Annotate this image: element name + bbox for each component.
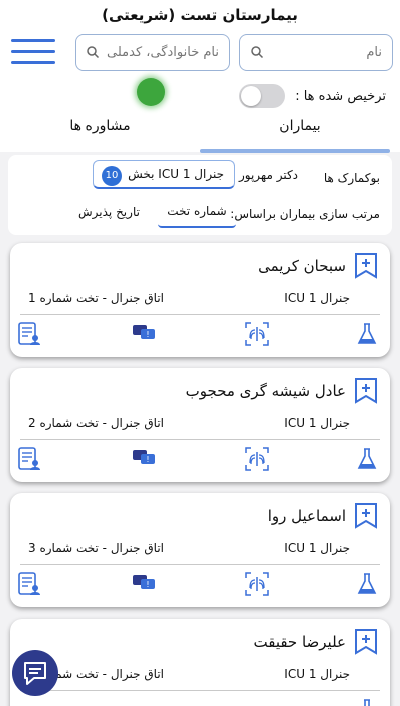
patient-ward: جنرال 1 ICU [284, 667, 350, 681]
consult-chat-icon[interactable]: ! [132, 322, 156, 348]
active-tab-indicator [200, 149, 390, 153]
patient-record-icon[interactable] [18, 322, 40, 350]
search-icon [86, 45, 100, 63]
consult-chat-icon[interactable]: ! [132, 572, 156, 598]
svg-text:!: ! [146, 455, 149, 464]
online-status-indicator [137, 78, 165, 106]
bookmarks-filter[interactable]: بوکمارک ها [324, 171, 380, 185]
svg-text:!: ! [146, 580, 149, 589]
patient-card[interactable]: عادل شیشه گری محجوب جنرال 1 ICU اتاق جنر… [10, 368, 390, 482]
sort-label: مرتب سازی بیماران براساس: [230, 207, 380, 221]
ward-filter-label: جنرال 1 ICU بخش [128, 167, 224, 181]
discharged-toggle[interactable] [239, 84, 286, 108]
chest-xray-icon[interactable] [245, 572, 269, 600]
chat-icon [12, 662, 58, 700]
toggle-knob [241, 86, 262, 106]
discharged-toggle-row: ترخیص شده ها : [239, 84, 386, 108]
patient-room: اتاق جنرال - تخت شماره 1 [28, 291, 164, 305]
sort-option-admission-date[interactable]: تاریخ پذیرش [78, 205, 140, 219]
tab-bar: بیماران مشاوره ها [0, 112, 400, 153]
page-title: بیمارستان تست (شریعتی) [102, 6, 298, 24]
patient-ward: جنرال 1 ICU [284, 291, 350, 305]
svg-text:!: ! [146, 330, 149, 339]
lab-flask-icon[interactable] [356, 572, 378, 600]
patient-card[interactable]: سبحان کریمی جنرال 1 ICU اتاق جنرال - تخت… [10, 243, 390, 357]
patient-ward: جنرال 1 ICU [284, 416, 350, 430]
patient-name: اسماعیل روا [267, 507, 346, 525]
family-search-input[interactable]: نام خانوادگی، کدملی [75, 34, 230, 71]
bookmark-add-icon[interactable] [354, 253, 378, 283]
patient-record-icon[interactable] [18, 447, 40, 475]
chest-xray-icon[interactable] [245, 447, 269, 475]
patient-room: اتاق جنرال - تخت شماره 2 [28, 416, 164, 430]
tab-patients[interactable]: بیماران [200, 112, 400, 152]
name-placeholder: نام [366, 45, 382, 60]
top-bar: بیمارستان تست (شریعتی) نام نام خانوادگی،… [0, 0, 400, 153]
name-search-input[interactable]: نام [239, 34, 393, 71]
doctor-filter[interactable]: دکتر مهرپور [239, 168, 298, 182]
bookmark-add-icon[interactable] [354, 503, 378, 533]
bookmark-add-icon[interactable] [354, 629, 378, 659]
menu-icon[interactable] [11, 39, 55, 65]
filter-panel: بوکمارک ها دکتر مهرپور 10 جنرال 1 ICU بخ… [8, 155, 392, 235]
card-divider [20, 690, 380, 691]
discharged-label: ترخیص شده ها : [295, 88, 386, 104]
patient-record-icon[interactable] [18, 572, 40, 600]
lab-flask-icon[interactable] [356, 447, 378, 475]
patient-name: علیرضا حقیقت [253, 633, 347, 651]
patient-card[interactable]: علیرضا حقیقت جنرال 1 ICU اتاق جنرال - تخ… [10, 619, 390, 706]
patient-ward: جنرال 1 ICU [284, 541, 350, 555]
card-divider [20, 314, 380, 315]
consult-chat-icon[interactable]: ! [132, 447, 156, 473]
card-divider [20, 439, 380, 440]
patient-name: عادل شیشه گری محجوب [185, 382, 346, 400]
patient-card[interactable]: اسماعیل روا جنرال 1 ICU اتاق جنرال - تخت… [10, 493, 390, 607]
family-placeholder: نام خانوادگی، کدملی [107, 45, 219, 60]
search-icon [250, 45, 264, 63]
patient-name: سبحان کریمی [258, 257, 346, 275]
patient-room: اتاق جنرال - تخت شماره 3 [28, 541, 164, 555]
sort-option-bed-number[interactable]: شماره تخت [158, 198, 236, 228]
chat-fab-button[interactable] [12, 650, 58, 696]
bookmark-add-icon[interactable] [354, 378, 378, 408]
ward-count-badge: 10 [102, 166, 122, 186]
tab-consultations[interactable]: مشاوره ها [0, 112, 200, 152]
lab-flask-icon[interactable] [356, 322, 378, 350]
lab-flask-icon[interactable] [356, 698, 378, 706]
card-divider [20, 564, 380, 565]
chest-xray-icon[interactable] [245, 322, 269, 350]
ward-filter-chip[interactable]: 10 جنرال 1 ICU بخش [93, 160, 235, 189]
